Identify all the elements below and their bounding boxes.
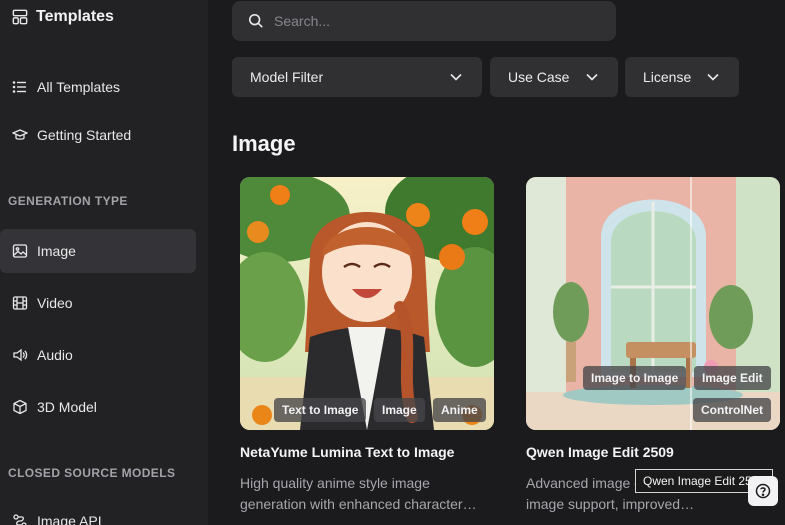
use-case-dropdown[interactable]: Use Case [490,57,618,97]
sidebar: Templates All Templates Getting Started … [0,0,208,525]
sidebar-item-image-api[interactable]: Image API [0,499,196,525]
card-description-line: High quality anime style image [240,475,430,491]
sidebar-item-label: Image API [37,513,102,525]
dropdown-label: Model Filter [250,69,324,85]
tag-badge: Anime [433,398,486,422]
dropdown-label: Use Case [508,69,570,85]
chevron-down-icon [448,69,464,85]
dropdown-label: License [643,69,692,85]
template-card[interactable]: Text to Image Image Anime NetaYume Lumin… [240,177,494,515]
card-description-line: generation with enhanced character… [240,496,477,512]
sidebar-item-label: Image [37,243,76,259]
template-thumbnail: Image to Image Image Edit ControlNet [526,177,780,430]
sidebar-item-audio[interactable]: Audio [0,333,196,377]
sidebar-title: Templates [36,8,114,25]
tag-badge: ControlNet [693,398,771,422]
speaker-icon [12,347,28,363]
tag-badge: Image to Image [583,366,687,390]
sidebar-item-label: Video [37,295,73,311]
template-card[interactable]: Image to Image Image Edit ControlNet Qwe… [526,177,780,515]
license-dropdown[interactable]: License [625,57,739,97]
sidebar-item-image[interactable]: Image [0,229,196,273]
main-content: Model Filter Use Case License Image [208,0,785,525]
tag-badge: Image [374,398,425,422]
card-title: NetaYume Lumina Text to Image [240,444,455,460]
chevron-down-icon [705,69,721,85]
closed-source-heading: CLOSED SOURCE MODELS [8,466,176,480]
sidebar-item-3d-model[interactable]: 3D Model [0,385,196,429]
image-icon [12,243,28,259]
api-icon [12,513,28,525]
sidebar-brand[interactable]: Templates [12,6,114,28]
sidebar-item-label: Getting Started [37,127,132,143]
card-description-line: image support, improved… [526,496,695,512]
search-icon [248,13,264,29]
tag-badge: Image Edit [694,366,771,390]
film-icon [12,295,28,311]
card-title: Qwen Image Edit 2509 [526,444,674,460]
search-input[interactable] [274,13,594,29]
list-icon [12,79,28,95]
section-title: Image [232,131,296,156]
tag-badge: Text to Image [274,398,367,422]
sidebar-item-label: Audio [37,347,73,363]
help-button[interactable] [748,476,778,506]
question-icon [755,483,771,499]
model-filter-dropdown[interactable]: Model Filter [232,57,482,97]
generation-type-heading: GENERATION TYPE [8,194,128,208]
sidebar-item-label: 3D Model [37,399,97,415]
templates-icon [12,9,28,25]
chevron-down-icon [584,69,600,85]
sidebar-item-label: All Templates [37,79,121,95]
graduation-cap-icon [12,127,28,143]
template-thumbnail: Text to Image Image Anime [240,177,494,430]
sidebar-item-getting-started[interactable]: Getting Started [0,113,196,157]
search-bar[interactable] [232,1,616,41]
sidebar-item-all-templates[interactable]: All Templates [0,65,196,109]
cube-icon [12,399,28,415]
card-description: High quality anime style image generatio… [240,473,480,515]
sidebar-item-video[interactable]: Video [0,281,196,325]
